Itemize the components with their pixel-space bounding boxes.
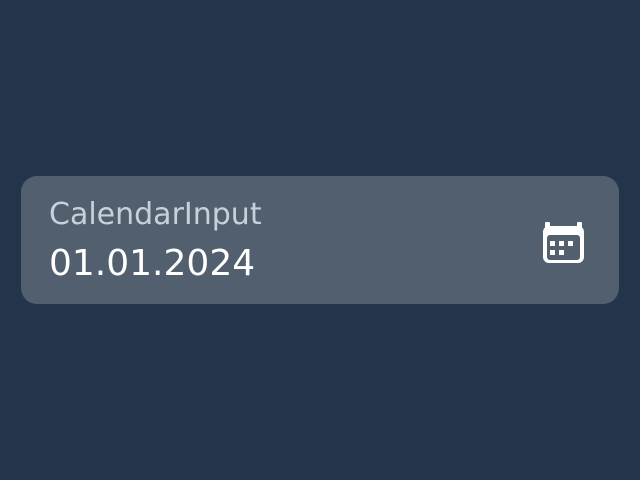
calendar-input-field[interactable]: CalendarInput 01.01.2024 bbox=[21, 176, 619, 304]
calendar-date-value[interactable]: 01.01.2024 bbox=[49, 242, 255, 286]
calendar-input-label: CalendarInput bbox=[49, 197, 262, 232]
page-canvas: CalendarInput 01.01.2024 bbox=[0, 0, 640, 480]
calendar-icon bbox=[543, 222, 584, 263]
calendar-open-button[interactable] bbox=[539, 214, 588, 268]
